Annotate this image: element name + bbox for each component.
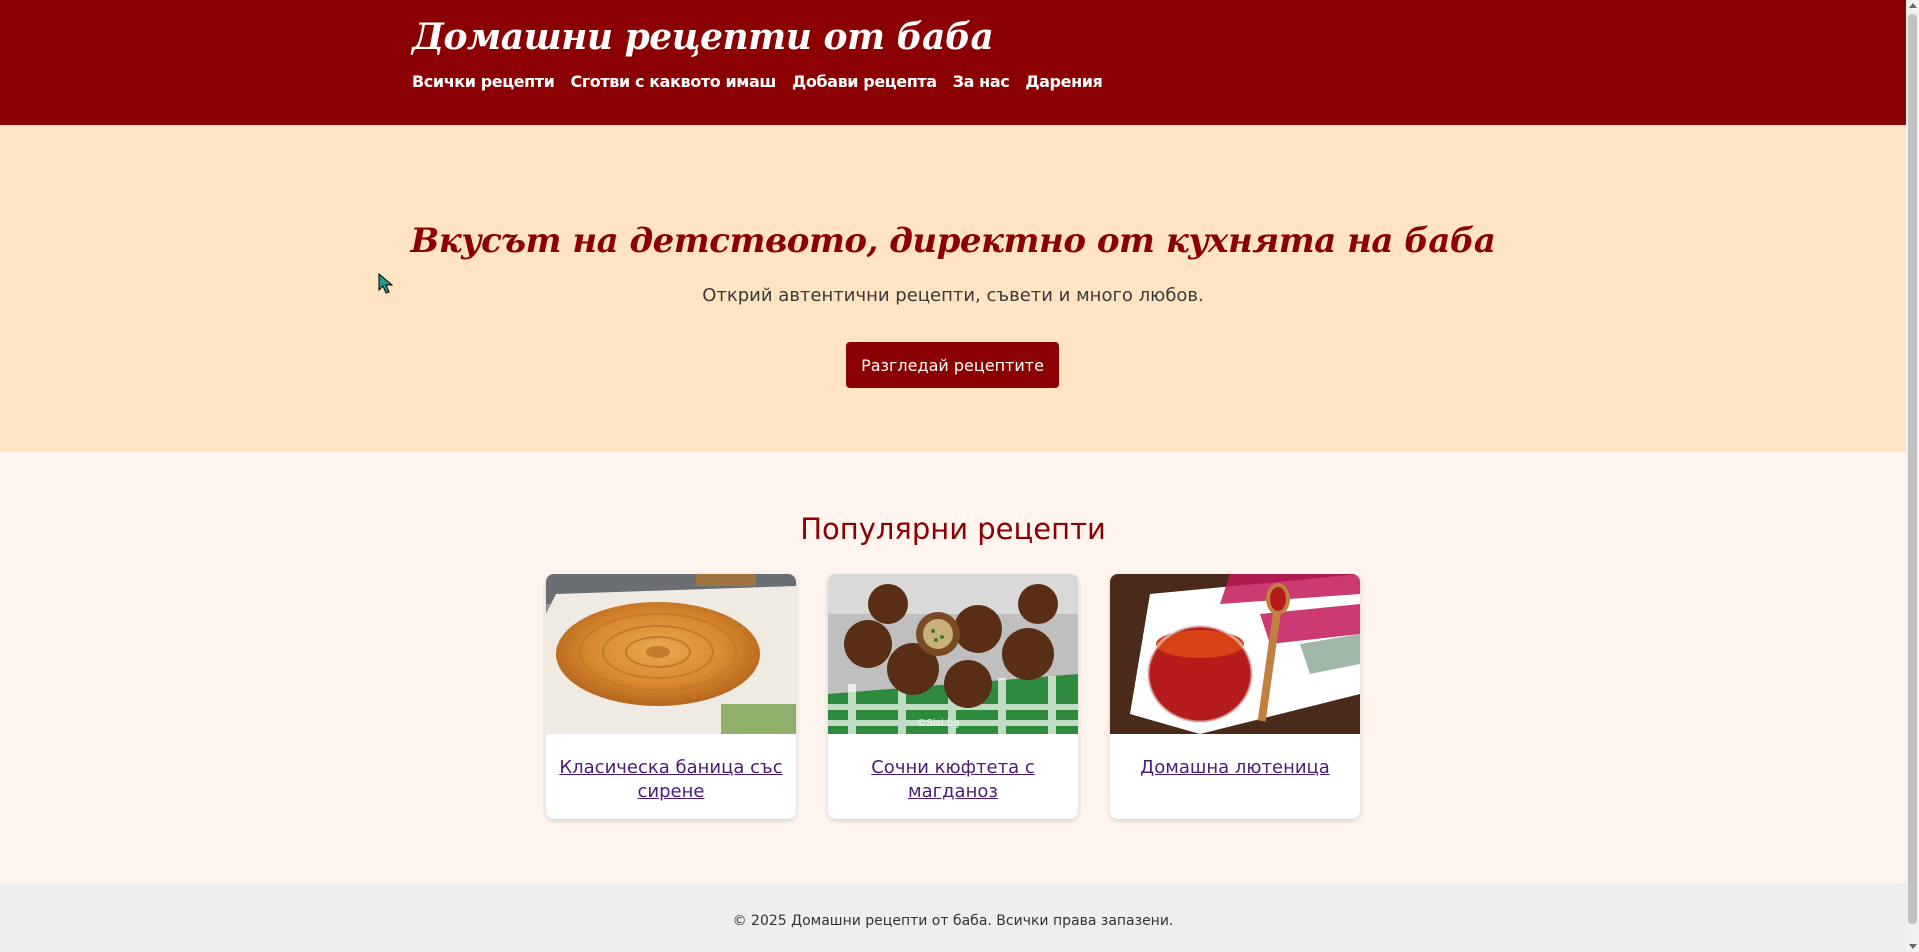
site-header: Домашни рецепти от баба Всички рецепти С…: [0, 0, 1906, 125]
recipe-card-banitsa[interactable]: Класическа баница със сирене: [546, 574, 796, 819]
popular-recipes-title: Популярни рецепти: [800, 512, 1106, 546]
nav-link-donations[interactable]: Дарения: [1025, 72, 1102, 91]
recipe-link-meatballs[interactable]: Сочни кюфтета с магданоз: [838, 756, 1068, 804]
hero-section: Вкусът на детството, директно от кухнята…: [0, 125, 1906, 452]
scroll-down-arrow-icon[interactable]: [1909, 944, 1917, 949]
nav-link-about[interactable]: За нас: [953, 72, 1010, 91]
scroll-up-arrow-icon[interactable]: [1909, 3, 1917, 8]
footer-copyright: © 2025 Домашни рецепти от баба. Всички п…: [732, 913, 1174, 929]
scrollbar-thumb[interactable]: [1908, 14, 1917, 924]
site-footer: © 2025 Домашни рецепти от баба. Всички п…: [0, 883, 1906, 952]
hero-title: Вкусът на детството, директно от кухнята…: [410, 221, 1496, 261]
recipe-card-lyutenitsa[interactable]: Домашна лютеница: [1110, 574, 1360, 819]
mouse-pointer-icon: [378, 272, 394, 295]
meatballs-photo[interactable]: ©Sisi.bg: [828, 574, 1078, 734]
page: Домашни рецепти от баба Всички рецепти С…: [0, 0, 1906, 952]
site-logo[interactable]: Домашни рецепти от баба: [412, 16, 994, 58]
banitsa-photo[interactable]: [546, 574, 796, 734]
nav-link-cook-with-what-you-have[interactable]: Сготви с каквото имаш: [570, 72, 776, 91]
nav-link-add-recipe[interactable]: Добави рецепта: [792, 72, 937, 91]
watermark-text: ©Sisi.bg: [917, 718, 960, 729]
vertical-scrollbar[interactable]: [1906, 0, 1919, 952]
recipe-link-banitsa[interactable]: Класическа баница със сирене: [556, 756, 786, 804]
main-nav: Всички рецепти Сготви с каквото имаш Доб…: [412, 72, 1103, 91]
browse-recipes-button[interactable]: Разгледай рецептите: [846, 342, 1059, 388]
recipe-card-meatballs[interactable]: ©Sisi.bg Сочни кюфтета с магданоз: [828, 574, 1078, 819]
lyutenitsa-photo[interactable]: [1110, 574, 1360, 734]
popular-recipes-section: Популярни рецепти Класическа баница със …: [0, 452, 1906, 883]
hero-subtitle: Открий автентични рецепти, съвети и мног…: [702, 285, 1204, 306]
nav-link-all-recipes[interactable]: Всички рецепти: [412, 72, 555, 91]
recipe-link-lyutenitsa[interactable]: Домашна лютеница: [1120, 756, 1350, 780]
